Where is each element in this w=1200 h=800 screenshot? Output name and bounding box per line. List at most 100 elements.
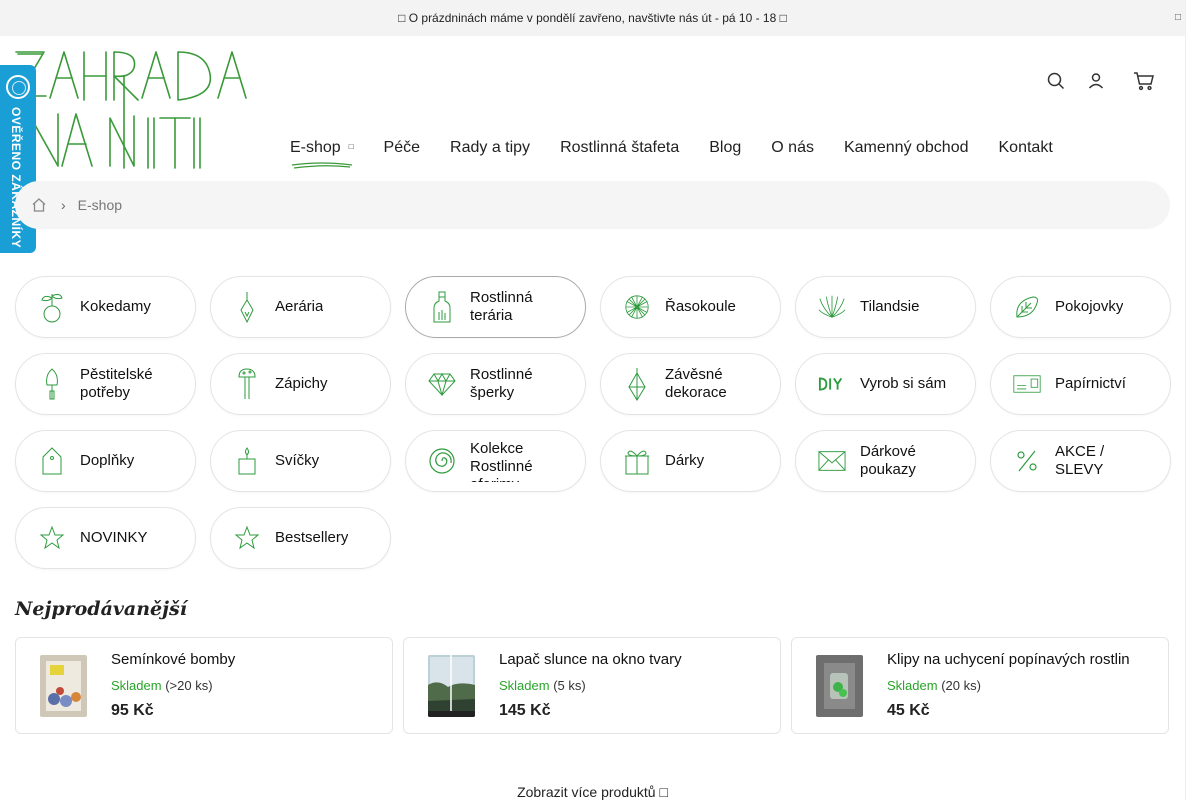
category-label: Vyrob si sám	[860, 375, 947, 392]
nav-item-rostlinna-stafeta[interactable]: Rostlinná štafeta	[560, 139, 679, 157]
product-image-plant-clips[interactable]	[816, 655, 863, 717]
category-darkove-poukazy[interactable]: Dárkové poukazy	[795, 430, 976, 492]
bestsellers-list: Semínkové bomby Skladem (>20 ks) 95 Kč L…	[15, 637, 1169, 734]
stock-qty: (>20 ks)	[165, 678, 213, 693]
category-label: Papírnictví	[1055, 375, 1126, 392]
category-label: Kokedamy	[80, 298, 151, 315]
category-label: Pokojovky	[1055, 298, 1124, 315]
star-icon	[233, 523, 261, 553]
terarium-bottle-icon	[428, 291, 456, 323]
category-label: Aerária	[275, 298, 324, 315]
product-name[interactable]: Klipy na uchycení popínavých rostlin	[887, 651, 1130, 668]
category-pestitelske-potreby[interactable]: Pěstitelské potřeby	[15, 353, 196, 415]
product-name[interactable]: Semínkové bomby	[111, 651, 235, 668]
breadcrumb: › E-shop	[15, 181, 1170, 229]
stock-status: Skladem	[111, 678, 162, 693]
bestsellers-title: Nejprodávanější	[15, 598, 187, 620]
category-label: Svíčky	[275, 452, 320, 469]
page-scrollbar[interactable]	[1185, 0, 1200, 800]
product-stock: Skladem (20 ks)	[887, 678, 981, 693]
category-bestsellery[interactable]: Bestsellery	[210, 507, 391, 569]
nav-item-blog[interactable]: Blog	[709, 139, 741, 157]
category-label: Pěstitelské potřeby	[80, 366, 153, 401]
mushroom-stake-icon	[233, 368, 261, 399]
category-akce-slevy[interactable]: AKCE / SLEVY	[990, 430, 1171, 492]
category-kokedamy[interactable]: Kokedamy	[15, 276, 196, 338]
category-grid: Kokedamy Aerária Rostlinná terária Řasokoul…	[15, 276, 1175, 569]
product-card[interactable]: Klipy na uchycení popínavých rostlin Skl…	[791, 637, 1169, 734]
category-rasokoule[interactable]: Řasokoule	[600, 276, 781, 338]
moss-ball-icon	[623, 292, 651, 322]
tillandsia-icon	[818, 292, 846, 322]
category-label: Závěsné dekorace	[665, 366, 727, 401]
category-zapichy[interactable]: Zápichy	[210, 353, 391, 415]
category-label: Doplňky	[80, 452, 135, 469]
user-icon[interactable]	[1085, 70, 1107, 92]
product-name[interactable]: Lapač slunce na okno tvary	[499, 651, 682, 668]
category-svicky[interactable]: Svíčky	[210, 430, 391, 492]
announcement-bar: □ O prázdninách máme v pondělí zavřeno, …	[0, 0, 1185, 36]
category-pokojovky[interactable]: Pokojovky	[990, 276, 1171, 338]
verified-seal-icon	[6, 75, 30, 99]
paper-card-icon	[1013, 369, 1041, 399]
badge-text: OVĚŘENO ZÁKAZNÍKY	[9, 107, 23, 249]
cart-icon[interactable]	[1133, 70, 1155, 92]
category-aeraria[interactable]: Aerária	[210, 276, 391, 338]
nav-item-pece[interactable]: Péče	[384, 139, 420, 157]
nav-label-eshop: E-shop	[290, 139, 341, 156]
category-rostlinne-sperky[interactable]: Rostlinné šperky	[405, 353, 586, 415]
category-label: Dárkové poukazy	[860, 443, 916, 478]
diamond-icon	[428, 369, 456, 399]
product-price: 45 Kč	[887, 702, 930, 719]
search-icon[interactable]	[1045, 70, 1067, 92]
category-label: AKCE / SLEVY	[1055, 443, 1105, 478]
category-label: Rostlinné šperky	[470, 366, 533, 401]
gift-icon	[623, 446, 651, 476]
percent-icon	[1013, 446, 1041, 476]
stock-status: Skladem	[887, 678, 938, 693]
kokedama-icon	[38, 292, 66, 323]
category-zavesne-dekorace[interactable]: Závěsné dekorace	[600, 353, 781, 415]
product-image-seed-bombs[interactable]	[40, 655, 87, 717]
nav-item-rady-a-tipy[interactable]: Rady a tipy	[450, 139, 530, 157]
category-label: Rostlinná terária	[470, 289, 533, 324]
product-card[interactable]: Lapač slunce na okno tvary Skladem (5 ks…	[403, 637, 781, 734]
category-label: NOVINKY	[80, 529, 148, 546]
category-rostlinna-teraria[interactable]: Rostlinná terária	[405, 276, 586, 338]
category-doplnky[interactable]: Doplňky	[15, 430, 196, 492]
nav-item-kontakt[interactable]: Kontakt	[999, 139, 1053, 157]
category-label: Tilandsie	[860, 298, 920, 315]
product-card[interactable]: Semínkové bomby Skladem (>20 ks) 95 Kč	[15, 637, 393, 734]
category-tilandsie[interactable]: Tilandsie	[795, 276, 976, 338]
home-icon[interactable]	[31, 197, 47, 213]
announcement-text: □ O prázdninách máme v pondělí zavřeno, …	[398, 11, 787, 25]
nav-item-kamenny-obchod[interactable]: Kamenný obchod	[844, 139, 969, 157]
main-nav: E-shop □ Péče Rady a tipy Rostlinná štafe…	[290, 139, 1053, 169]
product-image-suncatcher[interactable]	[428, 655, 475, 717]
category-label: Dárky	[665, 452, 705, 469]
leaf-icon	[1013, 292, 1041, 322]
header-icons	[1045, 70, 1155, 92]
active-underline-icon	[291, 162, 353, 169]
site-logo[interactable]	[14, 46, 264, 172]
stock-qty: (5 ks)	[553, 678, 586, 693]
announcement-close-button[interactable]: □	[1175, 12, 1181, 23]
show-more-products-button[interactable]: Zobrazit více produktů □	[0, 784, 1185, 800]
category-novinky[interactable]: NOVINKY	[15, 507, 196, 569]
category-kolekce-rostlinne-aforimy[interactable]: Kolekce Rostlinné aforimy	[405, 430, 586, 492]
house-tag-icon	[38, 446, 66, 476]
diy-icon	[818, 369, 846, 399]
candle-icon	[233, 446, 261, 476]
category-papirnictvi[interactable]: Papírnictví	[990, 353, 1171, 415]
product-price: 95 Kč	[111, 702, 154, 719]
stock-status: Skladem	[499, 678, 550, 693]
category-label: Zápichy	[275, 375, 328, 392]
category-darky[interactable]: Dárky	[600, 430, 781, 492]
stock-qty: (20 ks)	[941, 678, 981, 693]
aerarium-icon	[233, 292, 261, 324]
nav-item-o-nas[interactable]: O nás	[771, 139, 814, 157]
category-label: Kolekce Rostlinné aforimy	[470, 440, 533, 482]
product-stock: Skladem (5 ks)	[499, 678, 586, 693]
nav-item-eshop[interactable]: E-shop □	[290, 139, 354, 169]
category-vyrob-si-sam[interactable]: Vyrob si sám	[795, 353, 976, 415]
